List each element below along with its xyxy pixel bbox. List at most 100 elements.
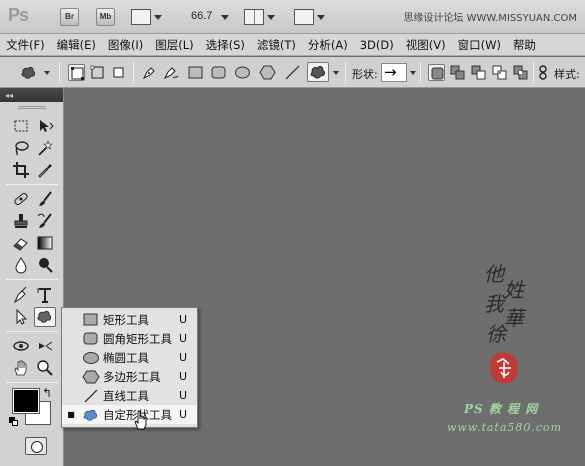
flyout-label: 矩形工具 [103, 312, 149, 327]
flyout-item-ellipse[interactable]: 椭圆工具 U [62, 348, 197, 367]
flyout-item-polygon[interactable]: 多边形工具 U [62, 367, 197, 386]
rectangle-option[interactable] [187, 64, 204, 81]
brush-icon [39, 191, 52, 206]
geometry-options-chevron-icon[interactable] [333, 71, 339, 75]
history-brush-tool[interactable] [34, 211, 56, 231]
custom-shape-icon [37, 310, 52, 323]
type-icon [37, 288, 51, 303]
path-selection-arrow-icon [16, 308, 28, 325]
freeform-pen-icon [163, 67, 179, 80]
tool-group-separator [6, 331, 58, 332]
hand-tool[interactable] [10, 358, 32, 378]
exclude-overlapping-areas-button[interactable] [512, 64, 529, 81]
swap-colors-icon[interactable]: ↰ [42, 386, 52, 400]
pen-tool-option[interactable] [141, 64, 158, 81]
foreground-color-swatch[interactable] [12, 388, 40, 414]
eraser-tool[interactable] [10, 233, 32, 253]
subtract-shape-area-button[interactable] [470, 64, 487, 81]
eyedropper-tool[interactable] [34, 160, 56, 180]
marquee-icon [14, 120, 28, 132]
dodge-tool[interactable] [34, 255, 56, 275]
quick-mask-button[interactable] [25, 437, 47, 455]
shape-picker[interactable]: → [381, 63, 407, 82]
collapse-double-arrow-icon[interactable]: ◂◂ [5, 92, 13, 100]
gradient-tool[interactable] [34, 233, 56, 253]
default-colors-icon[interactable] [9, 417, 18, 426]
screen-mode-dropdown[interactable] [294, 8, 325, 26]
line-icon [285, 65, 300, 80]
3d-camera-tool[interactable] [34, 336, 56, 356]
freeform-pen-option[interactable] [162, 64, 179, 81]
menu-window[interactable]: 窗口(W) [452, 34, 507, 55]
link-layer-style-toggle[interactable] [537, 64, 549, 81]
tools-panel-header[interactable]: ◂◂ [0, 88, 63, 102]
flyout-item-rounded-rectangle[interactable]: 圆角矩形工具 U [62, 329, 197, 348]
add-to-shape-area-button[interactable] [449, 64, 466, 81]
blur-tool[interactable] [10, 255, 32, 275]
spot-healing-brush-tool[interactable] [10, 189, 32, 209]
shape-tools-flyout: 矩形工具 U 圆角矩形工具 U 椭圆工具 U 多边形工具 U 直线工具 U ■ … [61, 307, 198, 428]
paths-mode-button[interactable] [89, 64, 106, 81]
fill-pixels-mode-button[interactable] [110, 64, 127, 81]
crop-tool[interactable] [10, 160, 32, 180]
view-extras-dropdown[interactable] [131, 8, 162, 26]
move-tool[interactable] [34, 116, 56, 136]
shape-layers-mode-button[interactable] [68, 64, 85, 81]
path-selection-tool[interactable] [10, 307, 32, 327]
lasso-tool[interactable] [10, 138, 32, 158]
rounded-rectangle-option[interactable] [210, 64, 227, 81]
menu-select[interactable]: 选择(S) [200, 34, 251, 55]
separator [59, 62, 60, 83]
brush-tool[interactable] [34, 189, 56, 209]
style-label: 样式: [554, 68, 580, 81]
zoom-tool[interactable] [34, 358, 56, 378]
ps-tutorial-watermark: PS 教 程 网 [464, 402, 539, 416]
arrange-documents-dropdown[interactable] [244, 8, 275, 26]
zoom-level[interactable]: 66.7 [191, 10, 212, 22]
custom-shape-tool[interactable] [34, 307, 56, 327]
rectangular-marquee-tool[interactable] [10, 116, 32, 136]
flyout-shortcut: U [179, 313, 188, 326]
tool-preset-picker[interactable] [20, 64, 37, 81]
menu-edit[interactable]: 编辑(E) [51, 34, 102, 55]
menu-view[interactable]: 视图(V) [400, 34, 452, 55]
type-tool[interactable] [34, 285, 56, 305]
fill-pixels-icon [113, 67, 124, 78]
custom-shape-option[interactable] [307, 62, 329, 82]
menu-help[interactable]: 帮助 [507, 34, 542, 55]
menu-3d[interactable]: 3D(D) [354, 34, 400, 55]
create-new-shape-layer-button[interactable] [428, 64, 445, 81]
tutorial-url-watermark: www.tata580.com [447, 421, 563, 434]
flyout-item-custom-shape[interactable]: ■ 自定形状工具 U [62, 405, 197, 424]
flyout-item-rectangle[interactable]: 矩形工具 U [62, 310, 197, 329]
new-shape-layer-icon [431, 67, 444, 80]
chevron-down-icon [154, 14, 162, 20]
current-tool-bullet-icon: ■ [67, 410, 75, 419]
menu-layer[interactable]: 图层(L) [149, 34, 199, 55]
menu-filter[interactable]: 滤镜(T) [251, 34, 302, 55]
magic-wand-tool[interactable] [34, 138, 56, 158]
clone-stamp-tool[interactable] [10, 211, 32, 231]
preset-chevron-icon[interactable] [44, 71, 50, 75]
menu-file[interactable]: 文件(F) [0, 34, 51, 55]
bridge-button[interactable]: Br [60, 8, 79, 26]
intersect-shape-areas-button[interactable] [491, 64, 508, 81]
ellipse-option[interactable] [234, 64, 251, 81]
menu-image[interactable]: 图像(I) [102, 34, 149, 55]
mini-bridge-button[interactable]: Mb [96, 8, 115, 26]
menu-analysis[interactable]: 分析(A) [302, 34, 354, 55]
flyout-item-line[interactable]: 直线工具 U [62, 386, 197, 405]
polygon-option[interactable] [259, 64, 276, 81]
zoom-chevron-icon[interactable] [221, 15, 229, 20]
application-bar: Ps Br Mb 66.7 思缘设计论坛 WWW.MISSYUAN.COM [0, 0, 585, 34]
pen-icon [142, 67, 155, 80]
line-option[interactable] [284, 64, 301, 81]
pen-tool[interactable] [10, 285, 32, 305]
arrange-icon [244, 9, 264, 25]
bandage-icon [14, 192, 28, 206]
shape-picker-chevron-icon[interactable] [410, 71, 416, 75]
eyedropper-icon [38, 164, 52, 178]
arrow-shape-icon: → [384, 63, 397, 81]
3d-rotate-tool[interactable] [10, 336, 32, 356]
panel-grip[interactable] [18, 106, 46, 109]
